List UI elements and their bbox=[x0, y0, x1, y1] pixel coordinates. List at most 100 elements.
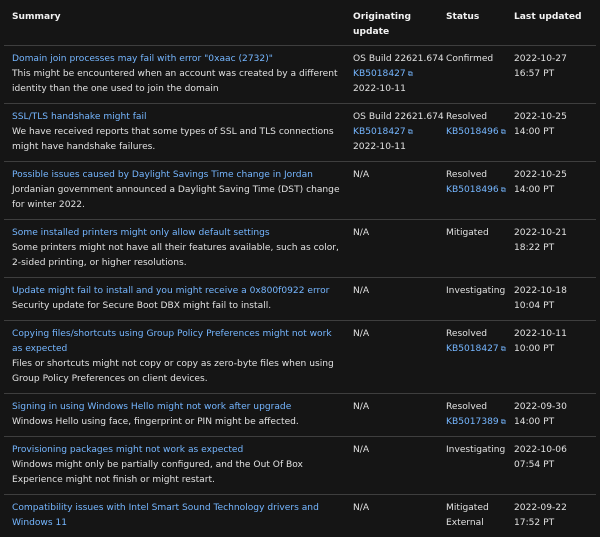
last-updated-time: 07:54 PT bbox=[514, 458, 592, 473]
originating-date: 2022-10-11 bbox=[353, 82, 434, 97]
table-row: Copying files/shortcuts using Group Poli… bbox=[4, 321, 596, 394]
last-updated-date: 2022-10-25 bbox=[514, 168, 592, 183]
resolution-kb-label: KB5018496 bbox=[446, 185, 499, 195]
status-cell: ResolvedKB5017389⧉ bbox=[438, 394, 506, 437]
last-updated-date: 2022-10-21 bbox=[514, 226, 592, 241]
last-updated-column-header[interactable]: Last updated bbox=[506, 0, 596, 46]
status-text: Resolved bbox=[446, 400, 502, 415]
resolution-kb-link[interactable]: KB5018427⧉ bbox=[446, 342, 502, 357]
status-cell: Mitigated bbox=[438, 220, 506, 278]
last-updated-time: 14:00 PT bbox=[514, 183, 592, 198]
status-text: Mitigated bbox=[446, 226, 502, 241]
originating-update-cell: N/A bbox=[345, 321, 438, 394]
table-row: Possible issues caused by Daylight Savin… bbox=[4, 162, 596, 220]
resolution-kb-label: KB5018427 bbox=[446, 344, 499, 354]
last-updated-time: 10:00 PT bbox=[514, 342, 592, 357]
external-link-icon: ⧉ bbox=[408, 70, 413, 78]
table-row: Provisioning packages might not work as … bbox=[4, 437, 596, 495]
resolution-kb-link[interactable]: KB5017389⧉ bbox=[446, 415, 502, 430]
last-updated-time: 16:57 PT bbox=[514, 67, 592, 82]
last-updated-cell: 2022-10-1810:04 PT bbox=[506, 278, 596, 321]
originating-build: OS Build 22621.674 bbox=[353, 110, 434, 125]
status-text: Resolved bbox=[446, 327, 502, 342]
issue-title-link[interactable]: Update might fail to install and you mig… bbox=[12, 284, 341, 299]
status-cell: Confirmed bbox=[438, 46, 506, 104]
resolution-kb-label: KB5018496 bbox=[446, 127, 499, 137]
originating-update-cell: OS Build 22621.674KB5018427⧉2022-10-11 bbox=[345, 104, 438, 162]
table-row: Some installed printers might only allow… bbox=[4, 220, 596, 278]
status-column-header[interactable]: Status bbox=[438, 0, 506, 46]
resolution-kb-link[interactable]: KB5018496⧉ bbox=[446, 125, 502, 140]
table-header-row: Summary Originating update Status Last u… bbox=[4, 0, 596, 46]
known-issues-table: Summary Originating update Status Last u… bbox=[4, 0, 596, 537]
originating-update-cell: N/A bbox=[345, 394, 438, 437]
last-updated-date: 2022-09-30 bbox=[514, 400, 592, 415]
issue-title-link[interactable]: Signing in using Windows Hello might not… bbox=[12, 400, 341, 415]
table-row: Signing in using Windows Hello might not… bbox=[4, 394, 596, 437]
status-cell: Mitigated External bbox=[438, 495, 506, 537]
status-text: Confirmed bbox=[446, 52, 502, 67]
status-cell: Investigating bbox=[438, 278, 506, 321]
issue-title-link[interactable]: SSL/TLS handshake might fail bbox=[12, 110, 341, 125]
status-cell: ResolvedKB5018496⧉ bbox=[438, 162, 506, 220]
issue-description: Windows might only be partially configur… bbox=[12, 458, 341, 488]
issue-description: We have received reports that some types… bbox=[12, 125, 341, 155]
originating-build: N/A bbox=[353, 400, 434, 415]
originating-date: 2022-10-11 bbox=[353, 140, 434, 155]
issue-description: Files or shortcuts might not copy or cop… bbox=[12, 357, 341, 387]
status-cell: ResolvedKB5018427⧉ bbox=[438, 321, 506, 394]
table-row: Compatibility issues with Intel Smart So… bbox=[4, 495, 596, 537]
last-updated-time: 14:00 PT bbox=[514, 125, 592, 140]
originating-build: N/A bbox=[353, 327, 434, 342]
last-updated-time: 18:22 PT bbox=[514, 241, 592, 256]
last-updated-cell: 2022-09-2217:52 PT bbox=[506, 495, 596, 537]
table-row: SSL/TLS handshake might failWe have rece… bbox=[4, 104, 596, 162]
status-text: Investigating bbox=[446, 443, 502, 458]
external-link-icon: ⧉ bbox=[408, 128, 413, 136]
issue-title-link[interactable]: Copying files/shortcuts using Group Poli… bbox=[12, 327, 341, 357]
originating-update-column-header[interactable]: Originating update bbox=[345, 0, 438, 46]
last-updated-cell: 2022-10-2716:57 PT bbox=[506, 46, 596, 104]
table-row: Update might fail to install and you mig… bbox=[4, 278, 596, 321]
originating-kb-link[interactable]: KB5018427⧉ bbox=[353, 67, 434, 82]
originating-update-cell: N/A bbox=[345, 278, 438, 321]
external-link-icon: ⧉ bbox=[501, 418, 506, 426]
summary-cell: Update might fail to install and you mig… bbox=[4, 278, 345, 321]
summary-cell: Provisioning packages might not work as … bbox=[4, 437, 345, 495]
originating-update-cell: N/A bbox=[345, 437, 438, 495]
originating-update-cell: N/A bbox=[345, 220, 438, 278]
external-link-icon: ⧉ bbox=[501, 345, 506, 353]
last-updated-time: 17:52 PT bbox=[514, 516, 592, 531]
issue-title-link[interactable]: Some installed printers might only allow… bbox=[12, 226, 341, 241]
originating-kb-link[interactable]: KB5018427⧉ bbox=[353, 125, 434, 140]
originating-build: N/A bbox=[353, 226, 434, 241]
summary-cell: Copying files/shortcuts using Group Poli… bbox=[4, 321, 345, 394]
summary-cell: Some installed printers might only allow… bbox=[4, 220, 345, 278]
summary-cell: Possible issues caused by Daylight Savin… bbox=[4, 162, 345, 220]
summary-cell: SSL/TLS handshake might failWe have rece… bbox=[4, 104, 345, 162]
last-updated-date: 2022-10-27 bbox=[514, 52, 592, 67]
summary-cell: Domain join processes may fail with erro… bbox=[4, 46, 345, 104]
last-updated-cell: 2022-10-0607:54 PT bbox=[506, 437, 596, 495]
status-text: Investigating bbox=[446, 284, 502, 299]
last-updated-cell: 2022-09-3014:00 PT bbox=[506, 394, 596, 437]
originating-build: OS Build 22621.674 bbox=[353, 52, 434, 67]
originating-update-cell: N/A bbox=[345, 162, 438, 220]
last-updated-date: 2022-10-18 bbox=[514, 284, 592, 299]
issue-title-link[interactable]: Possible issues caused by Daylight Savin… bbox=[12, 168, 341, 183]
summary-column-header[interactable]: Summary bbox=[4, 0, 345, 46]
table-row: Domain join processes may fail with erro… bbox=[4, 46, 596, 104]
originating-kb-label: KB5018427 bbox=[353, 127, 406, 137]
issue-title-link[interactable]: Provisioning packages might not work as … bbox=[12, 443, 341, 458]
issue-title-link[interactable]: Compatibility issues with Intel Smart So… bbox=[12, 501, 341, 531]
external-link-icon: ⧉ bbox=[501, 128, 506, 136]
status-cell: ResolvedKB5018496⧉ bbox=[438, 104, 506, 162]
issue-title-link[interactable]: Domain join processes may fail with erro… bbox=[12, 52, 341, 67]
status-text: Mitigated External bbox=[446, 501, 502, 531]
issue-description: Some printers might not have all their f… bbox=[12, 241, 341, 271]
last-updated-date: 2022-10-25 bbox=[514, 110, 592, 125]
originating-build: N/A bbox=[353, 168, 434, 183]
resolution-kb-link[interactable]: KB5018496⧉ bbox=[446, 183, 502, 198]
summary-cell: Compatibility issues with Intel Smart So… bbox=[4, 495, 345, 537]
last-updated-time: 10:04 PT bbox=[514, 299, 592, 314]
